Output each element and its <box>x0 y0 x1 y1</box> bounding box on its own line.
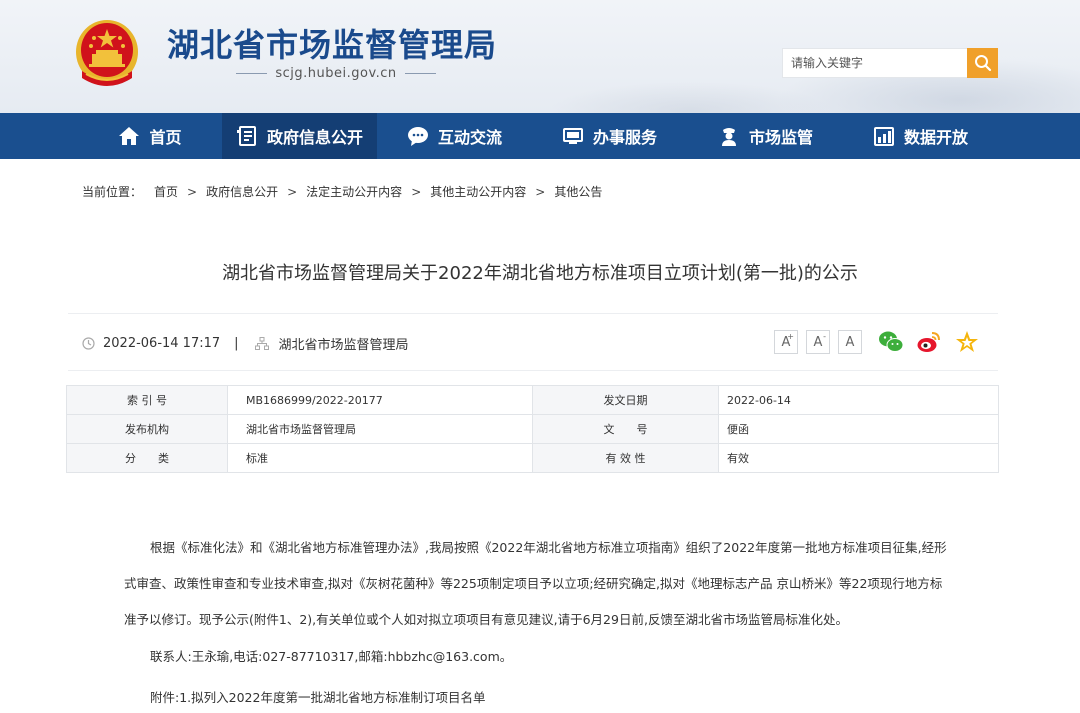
nav-item-home[interactable]: 首页 <box>90 113 210 159</box>
breadcrumb-link[interactable]: 首页 <box>154 183 178 200</box>
table-key: 发布机构 <box>66 414 228 444</box>
table-value: 湖北省市场监督管理局 <box>227 414 533 444</box>
site-domain: scjg.hubei.gov.cn <box>275 65 397 81</box>
bar-chart-icon <box>873 127 894 146</box>
monitor-icon <box>562 128 583 144</box>
favorite-star-icon[interactable] <box>954 329 980 355</box>
breadcrumb-link[interactable]: 其他公告 <box>554 183 602 200</box>
site-domain-row: scjg.hubei.gov.cn <box>236 64 436 82</box>
search-button[interactable] <box>967 48 998 78</box>
org-chart-icon <box>254 337 269 350</box>
nav-label: 数据开放 <box>903 128 968 147</box>
search-input[interactable] <box>783 49 967 77</box>
breadcrumb-separator: > <box>287 184 298 199</box>
main-nav: 首页 政府信息公开 互动交流 办事服务 市场监管 数据开放 <box>0 113 1080 159</box>
font-btn-sup: + <box>787 332 794 341</box>
table-value: 有效 <box>718 443 999 473</box>
breadcrumb-separator: > <box>535 184 546 199</box>
site-title[interactable]: 湖北省市场监督管理局 <box>167 20 497 66</box>
search-box <box>782 48 998 78</box>
home-icon <box>119 127 140 145</box>
clock-icon <box>82 337 95 350</box>
attachment-link[interactable]: 附件:1.拟列入2022年度第一批湖北省地方标准制订项目名单 <box>150 687 485 706</box>
table-row: 分 类 标准 有 效 性 有效 <box>66 443 999 473</box>
publisher: 湖北省市场监督管理局 <box>278 338 409 353</box>
font-btn-label: A <box>845 334 855 350</box>
table-key: 有 效 性 <box>532 443 719 473</box>
breadcrumb-label: 当前位置： <box>82 185 143 199</box>
article-meta-bar: 2022-06-14 17:17 | 湖北省市场监督管理局 A + A- A <box>68 313 998 371</box>
weibo-icon[interactable] <box>916 329 942 355</box>
share-icons <box>878 329 980 355</box>
nav-item-open-data[interactable]: 数据开放 <box>858 113 983 159</box>
nav-label: 办事服务 <box>592 128 657 147</box>
breadcrumb-separator: > <box>187 184 198 199</box>
publish-datetime: 2022-06-14 17:17 <box>103 336 221 351</box>
domain-left-rule <box>236 72 268 74</box>
nav-label: 政府信息公开 <box>266 128 363 147</box>
table-value: 标准 <box>227 443 533 473</box>
table-key: 分 类 <box>66 443 228 473</box>
wechat-icon[interactable] <box>878 329 904 355</box>
nav-item-gov-info[interactable]: 政府信息公开 <box>222 113 377 159</box>
table-key: 索 引 号 <box>66 385 228 415</box>
chat-bubble-icon <box>407 127 428 146</box>
national-emblem-icon[interactable] <box>72 16 142 92</box>
breadcrumb-link[interactable]: 法定主动公开内容 <box>306 183 402 200</box>
breadcrumb-link[interactable]: 其他主动公开内容 <box>430 183 526 200</box>
breadcrumb-link[interactable]: 政府信息公开 <box>206 183 278 200</box>
font-decrease-button[interactable]: A- <box>806 330 830 354</box>
domain-right-rule <box>404 72 436 74</box>
table-key: 文 号 <box>532 414 719 444</box>
officer-icon <box>721 128 736 146</box>
nav-item-market-supervision[interactable]: 市场监管 <box>703 113 828 159</box>
article-meta: 2022-06-14 17:17 | 湖北省市场监督管理局 <box>82 334 409 353</box>
font-reset-button[interactable]: A <box>838 330 862 354</box>
nav-label: 首页 <box>149 128 182 147</box>
table-row: 发布机构 湖北省市场监督管理局 文 号 便函 <box>66 414 999 444</box>
document-info-table: 索 引 号 MB1686999/2022-20177 发文日期 2022-06-… <box>66 385 999 473</box>
table-value: 便函 <box>718 414 999 444</box>
document-list-icon <box>236 126 256 146</box>
table-value: 2022-06-14 <box>718 385 999 415</box>
body-paragraph: 根据《标准化法》和《湖北省地方标准管理办法》,我局按照《2022年湖北省地方标准… <box>124 540 947 627</box>
article-title: 湖北省市场监督管理局关于2022年湖北省地方标准项目立项计划(第一批)的公示 <box>222 263 858 284</box>
table-value: MB1686999/2022-20177 <box>227 385 533 415</box>
nav-label: 市场监管 <box>748 128 813 147</box>
font-btn-label: A <box>813 334 823 350</box>
contact-info: 联系人:王永瑜,电话:027-87710317,邮箱:hbbzhc@163.co… <box>150 649 513 664</box>
nav-item-interaction[interactable]: 互动交流 <box>392 113 517 159</box>
site-header: 湖北省市场监督管理局 scjg.hubei.gov.cn <box>0 0 1080 113</box>
font-size-controls: A + A- A <box>774 330 862 354</box>
font-btn-sup: - <box>823 332 826 341</box>
nav-label: 互动交流 <box>437 128 502 147</box>
breadcrumb: 当前位置： 首页 > 政府信息公开 > 法定主动公开内容 > 其他主动公开内容 … <box>82 183 602 200</box>
breadcrumb-separator: > <box>411 184 422 199</box>
table-row: 索 引 号 MB1686999/2022-20177 发文日期 2022-06-… <box>66 385 999 415</box>
font-increase-button[interactable]: A + <box>774 330 798 354</box>
table-key: 发文日期 <box>532 385 719 415</box>
nav-item-services[interactable]: 办事服务 <box>547 113 672 159</box>
search-icon <box>974 55 991 72</box>
meta-separator: | <box>234 336 239 351</box>
